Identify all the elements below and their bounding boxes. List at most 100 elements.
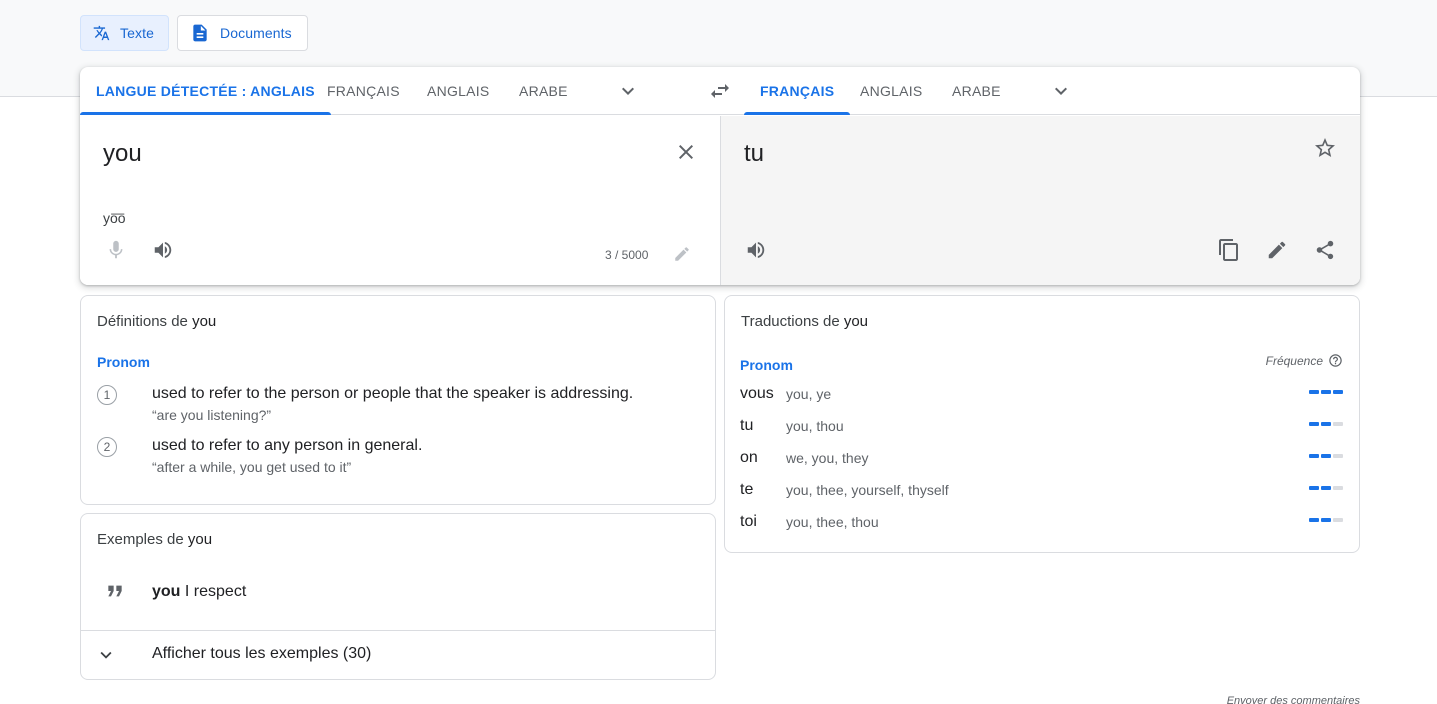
tab-source-french[interactable]: FRANÇAIS	[327, 67, 400, 115]
translate-icon	[93, 25, 110, 41]
example-rest: I respect	[180, 583, 247, 600]
document-icon	[193, 24, 207, 42]
frequency-bar	[1309, 390, 1319, 394]
tab-target-english[interactable]: ANGLAIS	[860, 67, 922, 115]
definitions-title-prefix: Définitions de	[97, 313, 188, 330]
translation-word[interactable]: tu	[740, 417, 753, 435]
definitions-panel: Définitions de you Pronom 1 used to refe…	[80, 295, 716, 505]
frequency-bar	[1321, 390, 1331, 394]
swap-icon	[711, 84, 729, 98]
tab-source-english[interactable]: ANGLAIS	[427, 67, 489, 115]
edit-translation-button[interactable]	[1265, 238, 1289, 262]
listen-source-button[interactable]	[151, 238, 175, 262]
translation-card: LANGUE DÉTECTÉE : ANGLAIS FRANÇAIS ANGLA…	[80, 67, 1360, 285]
frequency-bar	[1309, 454, 1319, 458]
frequency-bar	[1321, 486, 1331, 490]
frequency-bar	[1333, 486, 1343, 490]
definitions-title-word: you	[192, 313, 217, 330]
listen-translation-button[interactable]	[744, 238, 768, 262]
star-icon	[1315, 138, 1335, 157]
translation-synonyms: you, thou	[786, 418, 844, 434]
definition-number: 2	[97, 437, 117, 457]
definition-number: 1	[97, 385, 117, 405]
translation-row: te you, thee, yourself, thyself	[740, 481, 1343, 513]
frequency-bars	[1309, 454, 1343, 458]
target-language-more-button[interactable]	[1047, 79, 1075, 103]
documents-mode-button[interactable]: Documents	[177, 15, 308, 51]
speaker-icon	[154, 241, 172, 259]
translation-word[interactable]: te	[740, 481, 753, 499]
frequency-bars	[1309, 422, 1343, 426]
definitions-part-of-speech: Pronom	[97, 354, 150, 370]
share-icon	[1316, 240, 1334, 260]
tab-detected-language[interactable]: LANGUE DÉTECTÉE : ANGLAIS	[80, 67, 331, 115]
examples-title-word: you	[187, 531, 213, 548]
translation-row: toi you, thee, thou	[740, 513, 1343, 545]
help-icon[interactable]	[1328, 353, 1343, 368]
text-mode-label: Texte	[120, 25, 154, 41]
definition-example: “are you listening?”	[152, 407, 272, 423]
frequency-bar	[1333, 454, 1343, 458]
show-all-examples-button[interactable]: Afficher tous les exemples (30)	[81, 630, 715, 679]
swap-languages-button[interactable]	[706, 79, 734, 103]
definitions-title: Définitions de you	[97, 313, 216, 330]
translation-synonyms: we, you, they	[786, 450, 869, 466]
pencil-icon	[675, 247, 689, 261]
translation-word[interactable]: vous	[740, 385, 774, 403]
pencil-icon	[1268, 241, 1286, 259]
edit-source-button[interactable]	[672, 244, 692, 264]
target-pane: tu	[720, 116, 1360, 285]
microphone-icon	[109, 240, 123, 259]
frequency-bar	[1333, 518, 1343, 522]
translations-title-word: you	[843, 313, 869, 330]
example-highlight: you	[152, 583, 181, 600]
translations-part-of-speech: Pronom	[740, 357, 793, 373]
frequency-bar	[1321, 518, 1331, 522]
speaker-icon	[747, 241, 765, 259]
examples-panel: Exemples de you you I respect Afficher t…	[80, 513, 716, 680]
translations-panel: Traductions de you Pronom Fréquence vous…	[724, 295, 1360, 553]
frequency-bars	[1309, 518, 1343, 522]
show-all-examples-label: Afficher tous les exemples (30)	[152, 645, 372, 662]
translation-row: vous you, ye	[740, 385, 1343, 417]
definition-text: used to refer to any person in general.	[152, 437, 423, 454]
microphone-button[interactable]	[104, 238, 128, 262]
frequency-bar	[1309, 518, 1319, 522]
frequency-bar	[1309, 422, 1319, 426]
translation-word[interactable]: toi	[740, 513, 757, 531]
frequency-bar	[1321, 454, 1331, 458]
frequency-bars	[1309, 486, 1343, 490]
translation-synonyms: you, ye	[786, 386, 832, 402]
copy-translation-button[interactable]	[1217, 238, 1241, 262]
copy-icon	[1219, 239, 1238, 261]
definition-example: “after a while, you get used to it”	[152, 459, 352, 475]
translated-text: tu	[744, 140, 765, 167]
tab-target-french[interactable]: FRANÇAIS	[743, 67, 851, 115]
send-feedback-link[interactable]: Envoyer des commentaires	[1227, 695, 1360, 704]
source-text-input[interactable]: you	[103, 140, 142, 168]
frequency-bar	[1321, 422, 1331, 426]
translation-word[interactable]: on	[740, 449, 758, 467]
documents-mode-label: Documents	[220, 25, 292, 41]
text-mode-button[interactable]: Texte	[80, 15, 169, 51]
frequency-bar	[1309, 486, 1319, 490]
clear-source-button[interactable]	[674, 140, 698, 164]
character-counter: 3 / 5000	[605, 248, 649, 262]
save-translation-button[interactable]	[1313, 136, 1337, 160]
definition-text: used to refer to the person or people th…	[152, 385, 634, 402]
share-translation-button[interactable]	[1313, 238, 1337, 262]
example-sentence: you I respect	[152, 583, 246, 601]
tab-target-arabic[interactable]: ARABE	[952, 67, 1001, 115]
chevron-down-icon	[622, 87, 634, 95]
translation-row: tu you, thou	[740, 417, 1343, 449]
language-bar: LANGUE DÉTECTÉE : ANGLAIS FRANÇAIS ANGLA…	[80, 67, 1360, 115]
examples-title-prefix: Exemples de	[97, 531, 184, 548]
frequency-bar	[1333, 422, 1343, 426]
quote-icon	[108, 585, 122, 597]
translation-synonyms: you, thee, yourself, thyself	[786, 482, 949, 498]
source-language-more-button[interactable]	[614, 79, 642, 103]
tab-source-arabic[interactable]: ARABE	[519, 67, 568, 115]
translation-synonyms: you, thee, thou	[786, 514, 879, 530]
translations-title: Traductions de you	[741, 313, 868, 330]
source-pane[interactable]: you yo͞o 3 / 5000	[80, 116, 720, 285]
